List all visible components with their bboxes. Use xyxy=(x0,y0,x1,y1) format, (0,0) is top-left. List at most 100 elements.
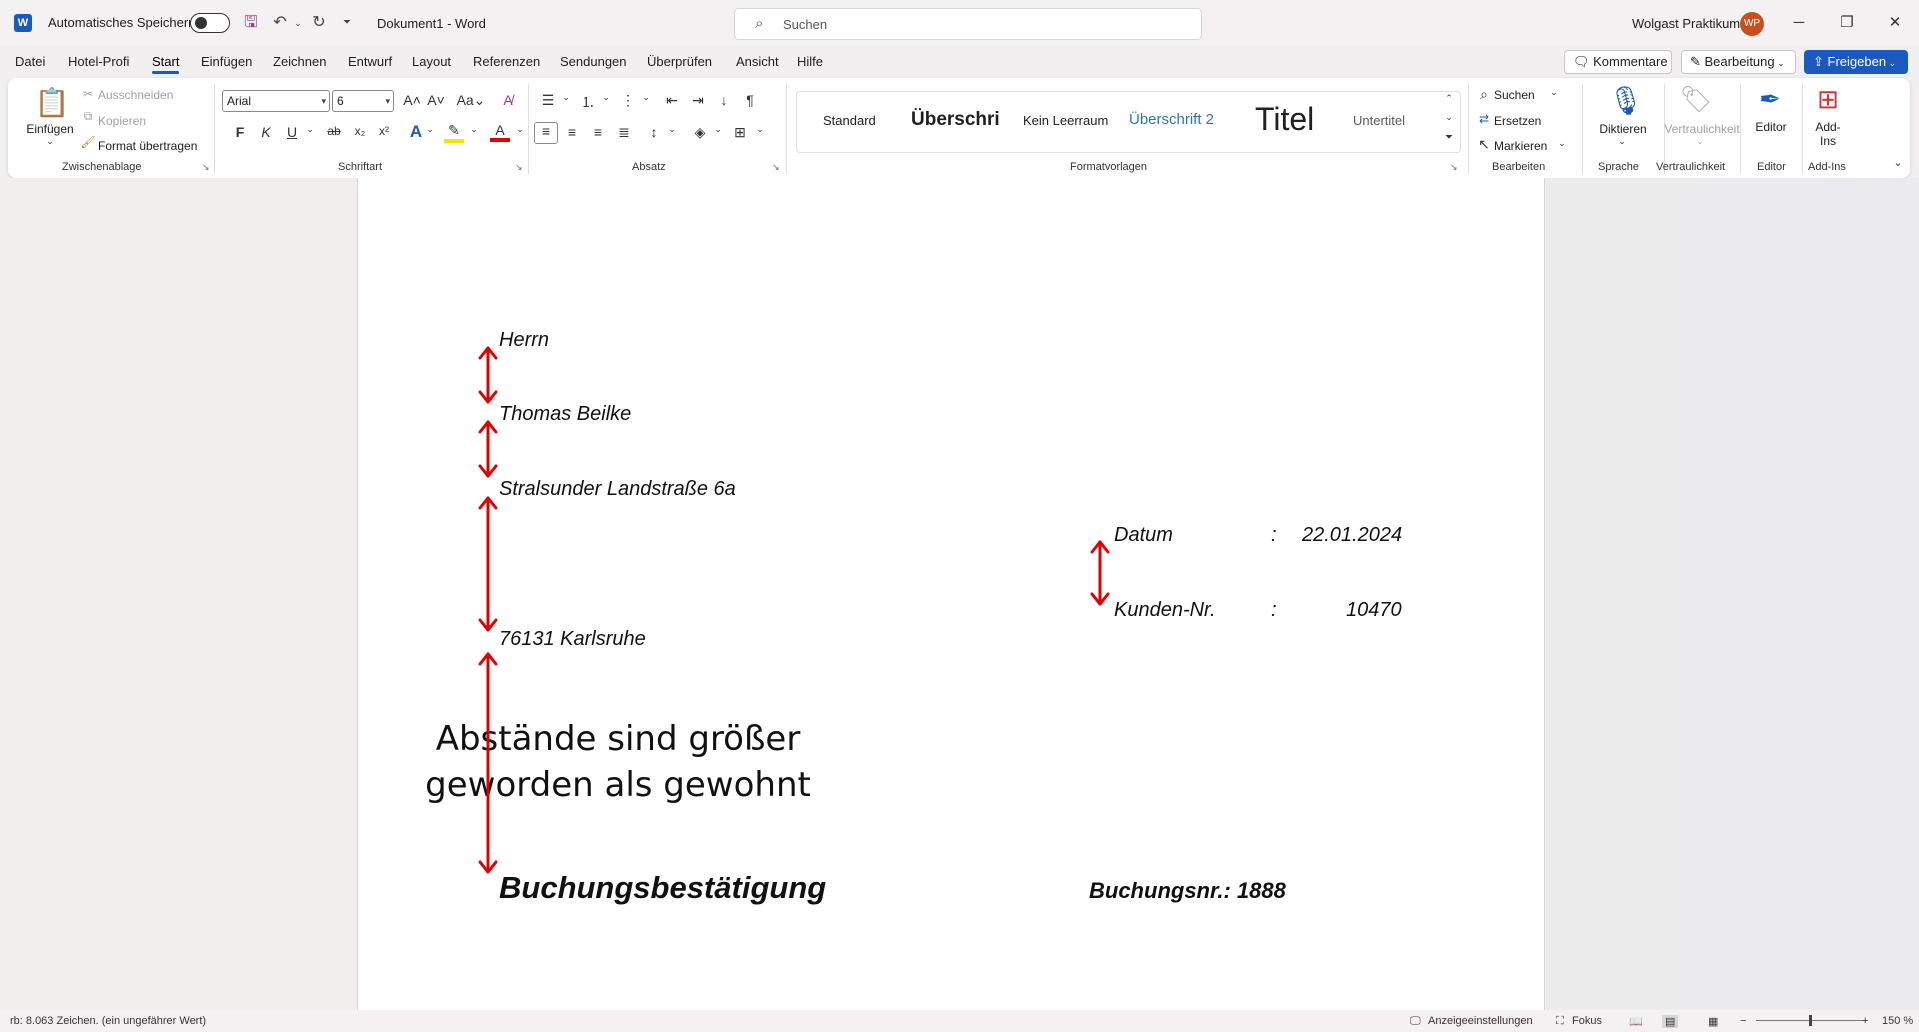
copy-button[interactable]: Kopieren xyxy=(98,114,146,128)
chevron-down-icon[interactable]: ⌄ xyxy=(40,136,60,147)
italic-button[interactable]: K xyxy=(256,124,276,140)
addins-button[interactable]: Add-Ins xyxy=(1808,120,1848,148)
display-settings-icon[interactable]: 🖵 xyxy=(1410,1015,1421,1028)
style-subtitle[interactable]: Untertitel xyxy=(1353,113,1405,128)
share-button[interactable]: ⇪ Freigeben ⌄ xyxy=(1804,50,1908,74)
align-right-icon[interactable]: ≡ xyxy=(588,124,608,140)
decrease-indent-icon[interactable]: ⇤ xyxy=(662,92,682,109)
more-styles-icon[interactable]: ⏷ xyxy=(1439,132,1459,143)
find-button[interactable]: Suchen xyxy=(1494,88,1535,102)
increase-indent-icon[interactable]: ⇥ xyxy=(688,92,708,109)
style-heading-1[interactable]: Überschri xyxy=(911,109,1000,131)
underline-button[interactable]: U xyxy=(282,124,302,140)
zoom-in-button[interactable]: + xyxy=(1862,1015,1868,1027)
tab-datei[interactable]: Datei xyxy=(15,54,45,69)
tab-hilfe[interactable]: Hilfe xyxy=(797,54,823,69)
paste-icon[interactable]: 📋 xyxy=(32,86,72,119)
chevron-down-icon[interactable]: ⌄ xyxy=(596,92,616,103)
format-painter-button[interactable]: Format übertragen xyxy=(98,139,197,153)
chevron-down-icon[interactable]: ⌄ xyxy=(1544,87,1564,98)
dialog-launcher-icon[interactable]: ↘ xyxy=(515,162,523,173)
justify-icon[interactable]: ≣ xyxy=(614,124,634,141)
zoom-level[interactable]: 150 % xyxy=(1882,1015,1913,1027)
style-no-spacing[interactable]: Kein Leerraum xyxy=(1023,113,1108,128)
document-canvas[interactable]: Herrn Thomas Beilke Stralsunder Landstra… xyxy=(0,178,1919,1010)
replace-button[interactable]: Ersetzen xyxy=(1494,114,1541,128)
editor-icon[interactable]: ✒ xyxy=(1750,84,1790,115)
tab-sendungen[interactable]: Sendungen xyxy=(560,54,627,69)
subscript-button[interactable]: x₂ xyxy=(350,124,370,138)
collapse-ribbon-icon[interactable]: ⌄ xyxy=(1888,156,1908,169)
chevron-down-icon[interactable]: ⌄ xyxy=(510,124,530,135)
microphone-icon[interactable]: 🎙 xyxy=(1608,84,1644,117)
close-icon[interactable]: ✕ xyxy=(1880,10,1910,36)
show-formatting-marks-icon[interactable]: ¶ xyxy=(740,92,760,108)
tab-start[interactable]: Start xyxy=(152,54,180,74)
avatar[interactable]: WP xyxy=(1740,12,1764,36)
user-name[interactable]: Wolgast Praktikum xyxy=(1632,16,1740,31)
align-center-icon[interactable]: ≡ xyxy=(562,124,582,140)
tab-ansicht[interactable]: Ansicht xyxy=(736,54,779,69)
font-name-combobox[interactable]: Arial ▾ xyxy=(222,90,330,112)
redo-icon[interactable]: ↻ xyxy=(309,13,329,33)
comments-button[interactable]: 🗨 Kommentare xyxy=(1564,50,1672,74)
read-mode-icon[interactable]: 📖 xyxy=(1629,1015,1643,1028)
print-layout-icon[interactable]: ▤ xyxy=(1662,1015,1679,1028)
tab-layout[interactable]: Layout xyxy=(412,54,451,69)
customize-quick-access-icon[interactable]: ⏷ xyxy=(337,13,357,33)
editing-mode-button[interactable]: ✎ Bearbeitung ⌄ xyxy=(1681,50,1796,74)
chevron-down-icon[interactable]: ⌄ xyxy=(662,124,682,135)
chevron-down-icon[interactable]: ⌄ xyxy=(636,92,656,103)
focus-icon[interactable]: ⛶ xyxy=(1556,1015,1564,1028)
word-count[interactable]: rb: 8.063 Zeichen. (ein ungefährer Wert) xyxy=(10,1015,206,1027)
line-spacing-icon[interactable]: ↕ xyxy=(644,124,664,140)
document-page[interactable]: Herrn Thomas Beilke Stralsunder Landstra… xyxy=(357,178,1545,1010)
bold-button[interactable]: F xyxy=(230,124,250,140)
paste-button-label[interactable]: Einfügen xyxy=(20,122,80,136)
multilevel-list-icon[interactable]: ⋮ xyxy=(618,92,638,109)
focus-button[interactable]: Fokus xyxy=(1572,1015,1602,1027)
tab-zeichnen[interactable]: Zeichnen xyxy=(273,54,326,69)
change-case-icon[interactable]: Aa⌄ xyxy=(454,92,488,109)
clear-formatting-icon[interactable]: A̸ xyxy=(498,92,518,108)
minimize-icon[interactable]: ─ xyxy=(1784,10,1814,36)
dialog-launcher-icon[interactable]: ↘ xyxy=(202,162,210,173)
dictate-button[interactable]: Diktieren xyxy=(1588,122,1658,136)
dialog-launcher-icon[interactable]: ↘ xyxy=(1450,162,1458,173)
scroll-up-icon[interactable]: ⌃ xyxy=(1439,93,1459,104)
web-layout-icon[interactable]: ▦ xyxy=(1708,1015,1718,1028)
cut-button[interactable]: Ausschneiden xyxy=(98,88,173,102)
chevron-down-icon[interactable]: ⌄ xyxy=(708,124,728,135)
tab-referenzen[interactable]: Referenzen xyxy=(473,54,540,69)
style-standard[interactable]: Standard xyxy=(823,113,876,128)
chevron-down-icon[interactable]: ⌄ xyxy=(1612,136,1632,147)
autosave-toggle[interactable] xyxy=(190,13,230,33)
save-icon[interactable]: 🖫 xyxy=(241,13,261,33)
tab-hotel-profi[interactable]: Hotel-Profi xyxy=(68,54,129,69)
zoom-slider-thumb[interactable] xyxy=(1809,1015,1812,1026)
undo-icon[interactable]: ↶ xyxy=(270,13,290,33)
strikethrough-button[interactable]: ab xyxy=(324,124,344,138)
align-left-icon[interactable]: ≡ xyxy=(534,122,558,144)
select-button[interactable]: Markieren xyxy=(1494,139,1547,153)
numbering-icon[interactable]: ⒈ xyxy=(578,92,598,112)
search-box[interactable]: ⌕ Suchen xyxy=(734,8,1202,40)
scroll-down-icon[interactable]: ⌄ xyxy=(1439,112,1459,123)
grow-font-icon[interactable]: A˄ xyxy=(402,92,422,108)
bullets-icon[interactable]: ☰ xyxy=(538,92,558,109)
editor-button[interactable]: Editor xyxy=(1746,120,1796,134)
undo-dropdown-icon[interactable]: ⌄ xyxy=(288,13,308,33)
style-heading-2[interactable]: Überschrift 2 xyxy=(1129,111,1214,128)
chevron-down-icon[interactable]: ⌄ xyxy=(464,124,484,135)
shrink-font-icon[interactable]: A˅ xyxy=(426,92,446,108)
font-color-icon[interactable]: A xyxy=(490,122,510,142)
chevron-down-icon[interactable]: ⌄ xyxy=(1552,138,1572,149)
tab-entwurf[interactable]: Entwurf xyxy=(348,54,392,69)
sort-icon[interactable]: ↓ xyxy=(714,92,734,108)
highlight-icon[interactable]: ✎ xyxy=(444,122,464,143)
tab-ueberpruefen[interactable]: Überprüfen xyxy=(647,54,712,69)
chevron-down-icon[interactable]: ⌄ xyxy=(750,124,770,135)
addins-icon[interactable]: ⊞ xyxy=(1808,84,1848,115)
restore-icon[interactable]: ❐ xyxy=(1832,10,1862,36)
zoom-out-button[interactable]: − xyxy=(1740,1015,1746,1027)
